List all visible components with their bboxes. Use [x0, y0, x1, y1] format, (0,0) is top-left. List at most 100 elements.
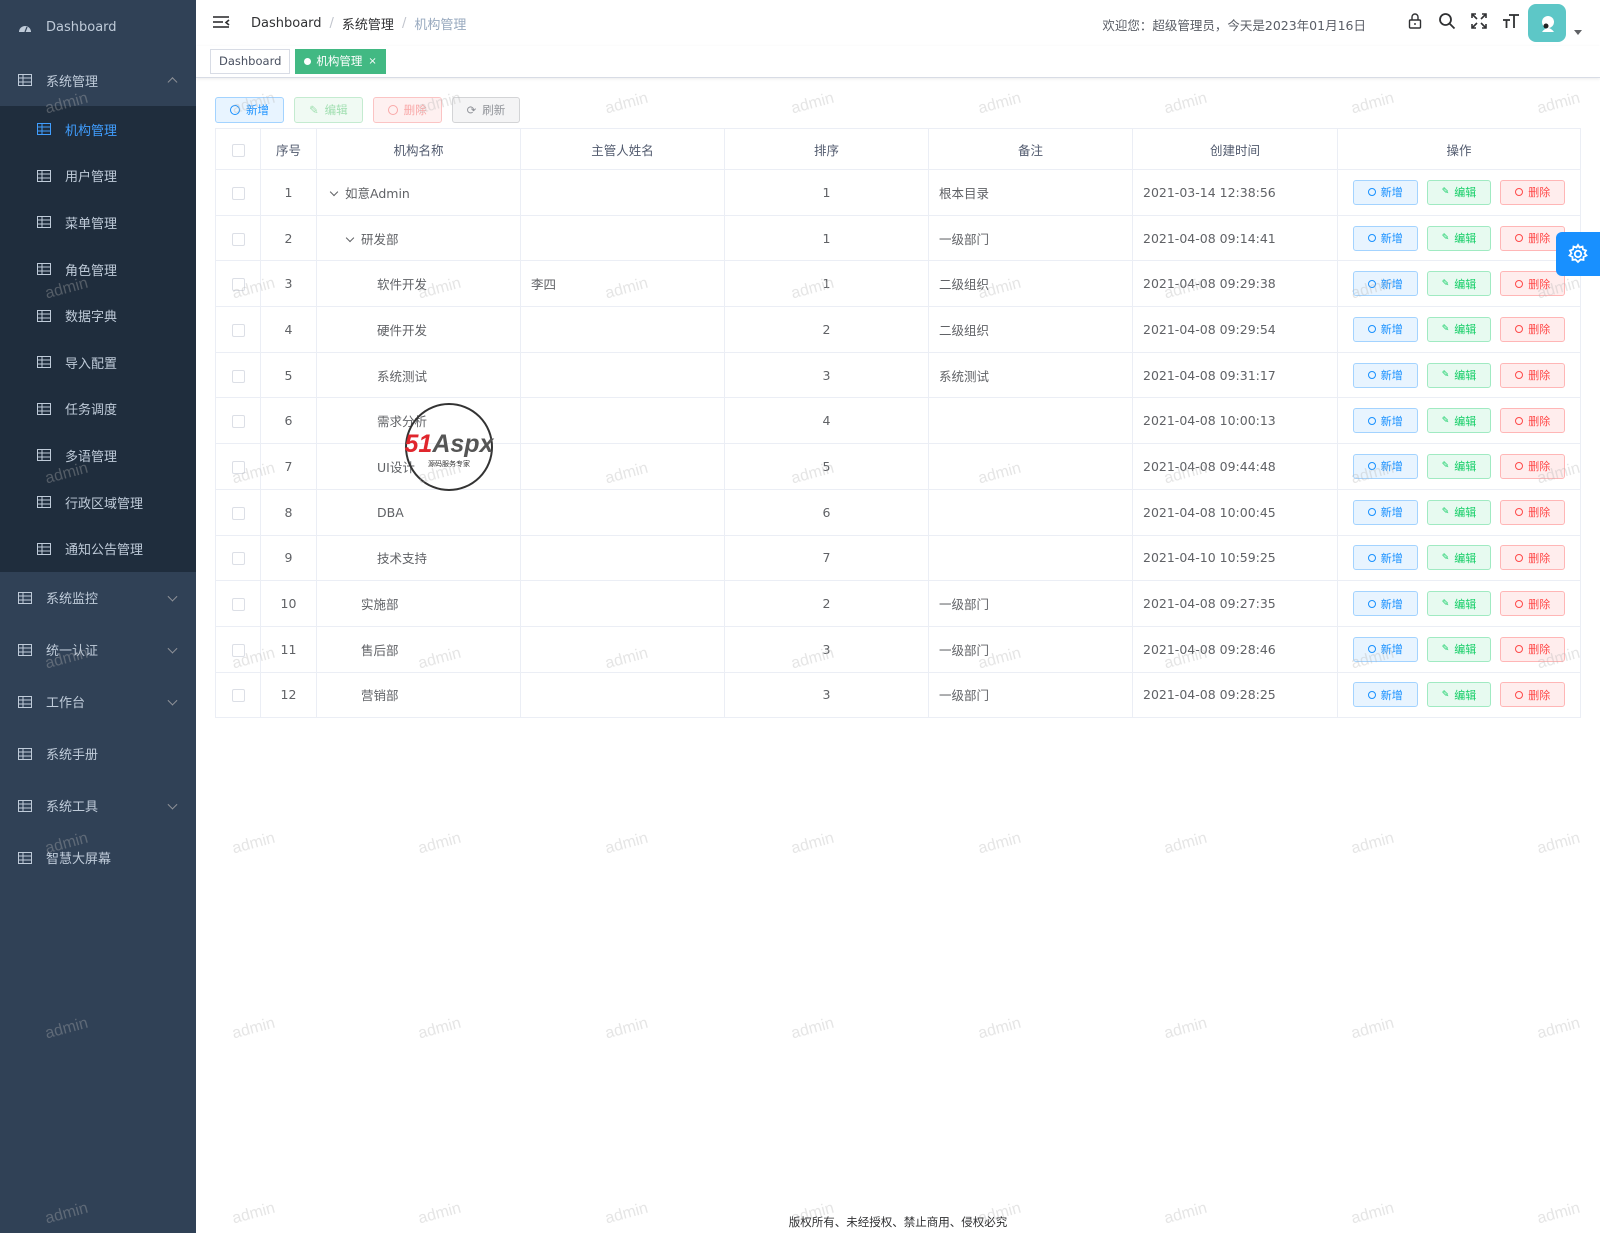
row-delete-button[interactable]: 删除 — [1500, 271, 1566, 297]
row-add-button[interactable]: 新增 — [1352, 453, 1418, 479]
table-grid-icon — [37, 263, 51, 276]
row-checkbox[interactable] — [231, 643, 245, 657]
row-add-button[interactable]: 新增 — [1352, 682, 1418, 708]
sidebar-item-manual[interactable]: 系统手册 — [0, 728, 196, 780]
select-all-checkbox[interactable] — [231, 143, 245, 157]
row-add-label: 新增 — [1380, 186, 1403, 200]
row-edit-button[interactable]: ✎ 编辑 — [1426, 682, 1492, 708]
tag-dashboard[interactable]: Dashboard — [210, 49, 291, 74]
row-checkbox[interactable] — [231, 689, 245, 703]
row-add-button[interactable]: 新增 — [1352, 545, 1418, 571]
row-delete-button[interactable]: 删除 — [1500, 636, 1566, 662]
row-edit-button[interactable]: ✎ 编辑 — [1426, 591, 1492, 617]
sidebar-item-dashboard[interactable]: Dashboard — [0, 0, 196, 54]
row-checkbox[interactable] — [231, 232, 245, 246]
row-checkbox[interactable] — [231, 415, 245, 429]
row-add-button[interactable]: 新增 — [1352, 362, 1418, 388]
sidebar-item-workbench[interactable]: 工作台 — [0, 676, 196, 728]
watermark-text: admin — [603, 1014, 650, 1043]
row-delete-button[interactable]: 删除 — [1500, 545, 1566, 571]
breadcrumb-item[interactable]: Dashboard — [251, 16, 322, 31]
settings-button[interactable] — [1556, 232, 1600, 276]
row-checkbox[interactable] — [231, 598, 245, 612]
cell-name: 软件开发 — [316, 260, 521, 308]
watermark-text: admin — [1535, 89, 1582, 118]
hamburger-icon[interactable] — [211, 13, 231, 33]
row-delete-button[interactable]: 删除 — [1500, 453, 1566, 479]
sidebar-item-role-mgmt[interactable]: 角色管理 — [0, 246, 196, 293]
row-checkbox[interactable] — [231, 323, 245, 337]
row-edit-button[interactable]: ✎ 编辑 — [1426, 179, 1492, 205]
breadcrumb-item[interactable]: 系统管理 — [342, 14, 394, 33]
edit-button[interactable]: ✎ 编辑 — [294, 97, 363, 123]
cell-no: 9 — [260, 534, 317, 582]
sidebar-item-big-screen[interactable]: 智慧大屏幕 — [0, 832, 196, 884]
font-size-icon[interactable] — [1502, 12, 1520, 30]
sidebar-item-label: 用户管理 — [65, 170, 118, 186]
row-delete-button[interactable]: 删除 — [1500, 591, 1566, 617]
row-edit-button[interactable]: ✎ 编辑 — [1426, 271, 1492, 297]
expand-arrow-icon[interactable] — [345, 233, 355, 242]
row-edit-button[interactable]: ✎ 编辑 — [1426, 408, 1492, 434]
row-checkbox[interactable] — [231, 460, 245, 474]
cell-remark — [928, 443, 1133, 490]
avatar[interactable] — [1528, 4, 1566, 42]
row-add-button[interactable]: 新增 — [1352, 591, 1418, 617]
lock-icon[interactable] — [1406, 12, 1424, 30]
refresh-button-label: 刷新 — [482, 103, 506, 117]
sidebar-item-import-config[interactable]: 导入配置 — [0, 339, 196, 386]
tag-org-mgmt[interactable]: 机构管理 × — [295, 49, 386, 74]
row-edit-button[interactable]: ✎ 编辑 — [1426, 545, 1492, 571]
row-checkbox[interactable] — [231, 552, 245, 566]
row-edit-button[interactable]: ✎ 编辑 — [1426, 499, 1492, 525]
row-add-button[interactable]: 新增 — [1352, 225, 1418, 251]
row-checkbox[interactable] — [231, 369, 245, 383]
sidebar-item-auth[interactable]: 统一认证 — [0, 624, 196, 676]
sidebar-item-user-mgmt[interactable]: 用户管理 — [0, 153, 196, 200]
row-delete-button[interactable]: 删除 — [1500, 682, 1566, 708]
sidebar-item-i18n[interactable]: 多语管理 — [0, 432, 196, 479]
row-add-button[interactable]: 新增 — [1352, 636, 1418, 662]
sidebar-item-tools[interactable]: 系统工具 — [0, 780, 196, 832]
row-add-button[interactable]: 新增 — [1352, 179, 1418, 205]
sidebar-item-task-schedule[interactable]: 任务调度 — [0, 386, 196, 433]
row-add-button[interactable]: 新增 — [1352, 316, 1418, 342]
search-icon[interactable] — [1438, 12, 1456, 30]
navbar: Dashboard / 系统管理 / 机构管理 欢迎您：超级管理员，今天是202… — [196, 0, 1600, 46]
sidebar-item-system-mgmt[interactable]: 系统管理 — [0, 54, 196, 106]
row-edit-button[interactable]: ✎ 编辑 — [1426, 362, 1492, 388]
sidebar-item-dictionary[interactable]: 数据字典 — [0, 292, 196, 339]
sidebar-item-menu-mgmt[interactable]: 菜单管理 — [0, 199, 196, 246]
cell-no: 6 — [260, 397, 317, 445]
row-delete-button[interactable]: 删除 — [1500, 179, 1566, 205]
row-edit-button[interactable]: ✎ 编辑 — [1426, 453, 1492, 479]
caret-down-icon[interactable] — [1574, 30, 1582, 35]
row-delete-button[interactable]: 删除 — [1500, 408, 1566, 434]
sidebar-item-region[interactable]: 行政区域管理 — [0, 479, 196, 526]
row-edit-button[interactable]: ✎ 编辑 — [1426, 225, 1492, 251]
row-edit-button[interactable]: ✎ 编辑 — [1426, 316, 1492, 342]
row-add-button[interactable]: 新增 — [1352, 271, 1418, 297]
fullscreen-icon[interactable] — [1470, 12, 1488, 30]
add-button[interactable]: 新增 — [215, 97, 284, 123]
expand-arrow-icon[interactable] — [329, 187, 339, 197]
row-checkbox[interactable] — [231, 278, 245, 292]
close-icon[interactable]: × — [368, 50, 376, 73]
row-delete-button[interactable]: 删除 — [1500, 362, 1566, 388]
sidebar-item-notice[interactable]: 通知公告管理 — [0, 525, 196, 572]
row-add-button[interactable]: 新增 — [1352, 499, 1418, 525]
row-delete-label: 删除 — [1528, 186, 1551, 200]
cell-remark — [928, 534, 1133, 582]
row-delete-button[interactable]: 删除 — [1500, 316, 1566, 342]
row-edit-button[interactable]: ✎ 编辑 — [1426, 636, 1492, 662]
row-checkbox[interactable] — [231, 186, 245, 200]
sidebar-item-org-mgmt[interactable]: 机构管理 — [0, 106, 196, 153]
refresh-button[interactable]: ⟳ 刷新 — [451, 97, 521, 123]
sidebar-item-monitor[interactable]: 系统监控 — [0, 572, 196, 624]
pencil-icon: ✎ — [1441, 552, 1450, 563]
row-delete-button[interactable]: 删除 — [1500, 499, 1566, 525]
delete-button[interactable]: 删除 — [372, 97, 442, 123]
navbar-icons — [1406, 12, 1520, 30]
row-add-button[interactable]: 新增 — [1352, 408, 1418, 434]
row-checkbox[interactable] — [231, 506, 245, 520]
